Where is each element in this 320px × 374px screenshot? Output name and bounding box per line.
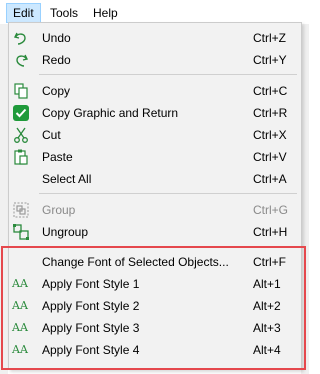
menu-item-copy[interactable]: Copy Ctrl+C <box>9 80 301 102</box>
undo-icon <box>12 29 30 47</box>
menu-item-shortcut: Alt+2 <box>253 299 281 313</box>
menu-item-shortcut: Ctrl+R <box>253 106 288 120</box>
menu-item-apply-font-style-1[interactable]: AA Apply Font Style 1 Alt+1 <box>9 273 301 295</box>
font-style-icon: AA <box>12 277 28 290</box>
menu-item-cut[interactable]: Cut Ctrl+X <box>9 124 301 146</box>
check-icon <box>12 104 30 122</box>
redo-icon <box>12 51 30 69</box>
menu-edit[interactable]: Edit <box>6 3 41 23</box>
menu-item-shortcut: Ctrl+X <box>253 128 287 142</box>
background-panel-right <box>301 24 309 374</box>
menu-item-label: Apply Font Style 4 <box>42 343 140 357</box>
menu-item-shortcut: Alt+4 <box>253 343 281 357</box>
menu-item-label: Select All <box>42 172 92 186</box>
menu-item-shortcut: Ctrl+Z <box>253 31 286 45</box>
menu-item-label: Undo <box>42 31 71 45</box>
menu-item-shortcut: Alt+3 <box>253 321 281 335</box>
font-style-icon: AA <box>12 343 28 356</box>
menu-item-paste[interactable]: Paste Ctrl+V <box>9 146 301 168</box>
ungroup-icon <box>12 223 30 241</box>
menu-item-apply-font-style-4[interactable]: AA Apply Font Style 4 Alt+4 <box>9 339 301 361</box>
menu-item-label: Apply Font Style 1 <box>42 277 140 291</box>
menu-item-undo[interactable]: Undo Ctrl+Z <box>9 27 301 49</box>
menu-item-redo[interactable]: Redo Ctrl+Y <box>9 49 301 71</box>
menu-help[interactable]: Help <box>93 5 118 21</box>
font-style-icon: AA <box>12 299 28 312</box>
menu-item-shortcut: Ctrl+G <box>253 203 289 217</box>
menu-bar: Edit Tools Help <box>0 0 309 24</box>
scissors-icon <box>12 126 30 144</box>
menu-item-shortcut: Ctrl+Y <box>253 53 287 67</box>
menu-item-shortcut: Ctrl+C <box>253 84 288 98</box>
menu-item-label: Paste <box>42 150 73 164</box>
menu-item-label: Change Font of Selected Objects... <box>42 255 229 269</box>
menu-item-label: Group <box>42 203 76 217</box>
menu-item-apply-font-style-2[interactable]: AA Apply Font Style 2 Alt+2 <box>9 295 301 317</box>
menu-item-shortcut: Ctrl+H <box>253 225 288 239</box>
background-panel-left <box>0 24 8 374</box>
paste-icon <box>12 148 30 166</box>
menu-separator <box>39 246 297 247</box>
menu-item-shortcut: Ctrl+V <box>253 150 287 164</box>
menu-item-apply-font-style-3[interactable]: AA Apply Font Style 3 Alt+3 <box>9 317 301 339</box>
font-style-icon: AA <box>12 321 28 334</box>
group-icon <box>12 201 30 219</box>
copy-icon <box>12 82 30 100</box>
menu-item-group[interactable]: Group Ctrl+G <box>9 199 301 221</box>
menu-item-shortcut: Ctrl+F <box>253 255 286 269</box>
menu-item-label: Copy <box>42 84 71 98</box>
menu-tools[interactable]: Tools <box>50 5 78 21</box>
menu-item-label: Cut <box>42 128 61 142</box>
menu-item-label: Apply Font Style 3 <box>42 321 140 335</box>
menu-separator <box>39 74 297 75</box>
menu-item-shortcut: Ctrl+A <box>253 172 287 186</box>
menu-item-ungroup[interactable]: Ungroup Ctrl+H <box>9 221 301 243</box>
menu-item-change-font[interactable]: Change Font of Selected Objects... Ctrl+… <box>9 251 301 273</box>
menu-item-label: Apply Font Style 2 <box>42 299 140 313</box>
edit-menu-dropdown: Undo Ctrl+Z Redo Ctrl+Y Copy Ctrl+C Copy… <box>8 22 302 370</box>
menu-item-label: Copy Graphic and Return <box>42 106 179 120</box>
menu-item-select-all[interactable]: Select All Ctrl+A <box>9 168 301 190</box>
menu-separator <box>39 193 297 194</box>
menu-item-label: Redo <box>42 53 71 67</box>
menu-item-label: Ungroup <box>42 225 89 239</box>
menu-item-copy-graphic-and-return[interactable]: Copy Graphic and Return Ctrl+R <box>9 102 301 124</box>
menu-item-shortcut: Alt+1 <box>253 277 281 291</box>
